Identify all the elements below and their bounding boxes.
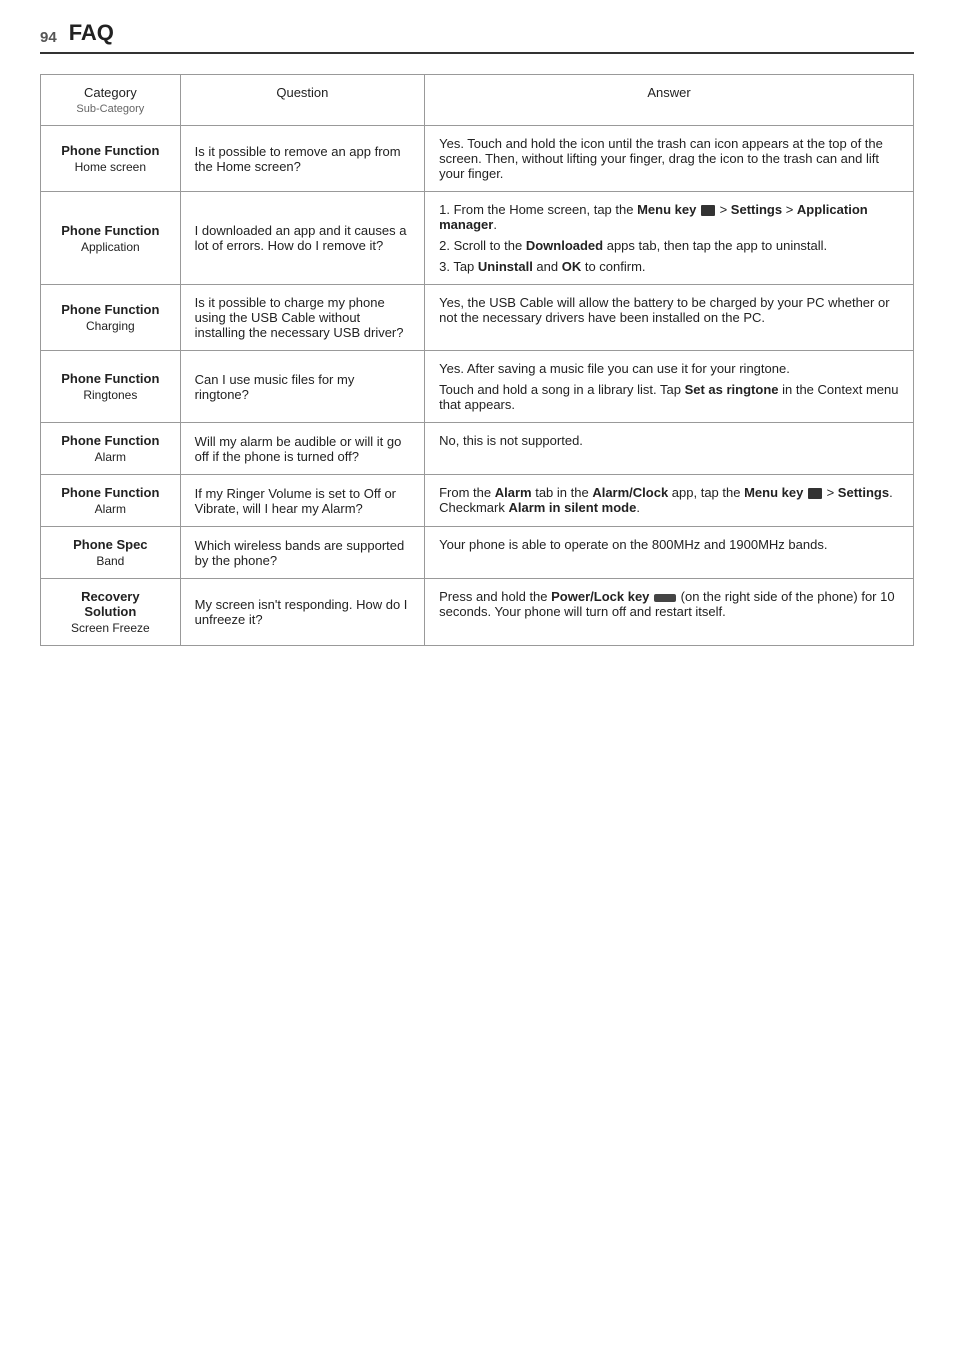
answer-part: Your phone is able to operate on the 800… xyxy=(439,537,899,552)
answer-cell: Yes. After saving a music file you can u… xyxy=(425,351,914,423)
answer-cell: Yes. Touch and hold the icon until the t… xyxy=(425,126,914,192)
category-cell: Phone Function Alarm xyxy=(41,475,181,527)
table-row: Phone Spec Band Which wireless bands are s… xyxy=(41,527,914,579)
answer-part: Yes. After saving a music file you can u… xyxy=(439,361,899,376)
answer-cell: Press and hold the Power/Lock key (on th… xyxy=(425,579,914,646)
table-row: Phone Function Alarm If my Ringer Volume i… xyxy=(41,475,914,527)
cat-main: Phone Spec xyxy=(55,537,166,552)
answer-cell: 1. From the Home screen, tap the Menu ke… xyxy=(425,192,914,285)
answer-part: Yes. Touch and hold the icon until the t… xyxy=(439,136,899,181)
question-cell: If my Ringer Volume is set to Off or Vib… xyxy=(180,475,424,527)
question-text: I downloaded an app and it causes a lot … xyxy=(195,223,407,253)
answer-part: Yes, the USB Cable will allow the batter… xyxy=(439,295,899,325)
question-cell: Can I use music files for my ringtone? xyxy=(180,351,424,423)
col-category-header: Category Sub-Category xyxy=(41,75,181,126)
col-question-label: Question xyxy=(276,85,328,100)
table-row: Phone Function Charging Is it possible to … xyxy=(41,285,914,351)
question-text: Is it possible to remove an app from the… xyxy=(195,144,401,174)
category-cell: Phone Spec Band xyxy=(41,527,181,579)
cat-main: Phone Function xyxy=(55,371,166,386)
menu-icon xyxy=(808,488,822,499)
cat-sub: Home screen xyxy=(55,160,166,174)
answer-part: 3. Tap Uninstall and OK to confirm. xyxy=(439,259,899,274)
col-question-header: Question xyxy=(180,75,424,126)
col-answer-header: Answer xyxy=(425,75,914,126)
answer-cell: Yes, the USB Cable will allow the batter… xyxy=(425,285,914,351)
answer-part: No, this is not supported. xyxy=(439,433,899,448)
question-text: Will my alarm be audible or will it go o… xyxy=(195,434,402,464)
table-row: Phone Function Alarm Will my alarm be audi… xyxy=(41,423,914,475)
cat-main: Phone Function xyxy=(55,485,166,500)
answer-part: Press and hold the Power/Lock key (on th… xyxy=(439,589,899,619)
cat-sub: Ringtones xyxy=(55,388,166,402)
question-cell: Is it possible to charge my phone using … xyxy=(180,285,424,351)
cat-main: Phone Function xyxy=(55,143,166,158)
answer-cell: No, this is not supported. xyxy=(425,423,914,475)
answer-part: Touch and hold a song in a library list.… xyxy=(439,382,899,412)
cat-sub: Alarm xyxy=(55,502,166,516)
col-category-sub: Sub-Category xyxy=(76,103,144,115)
cat-sub: Application xyxy=(55,240,166,254)
cat-sub: Band xyxy=(55,554,166,568)
category-cell: Phone Function Ringtones xyxy=(41,351,181,423)
cat-sub: Screen Freeze xyxy=(55,621,166,635)
answer-part: 1. From the Home screen, tap the Menu ke… xyxy=(439,202,899,232)
table-row: Recovery Solution Screen Freeze My screen … xyxy=(41,579,914,646)
table-row: Phone Function Application I downloaded an… xyxy=(41,192,914,285)
question-text: Can I use music files for my ringtone? xyxy=(195,372,355,402)
question-text: Is it possible to charge my phone using … xyxy=(195,295,404,340)
category-cell: Phone Function Alarm xyxy=(41,423,181,475)
category-cell: Phone Function Application xyxy=(41,192,181,285)
cat-sub: Alarm xyxy=(55,450,166,464)
table-row: Phone Function Home screen Is it possible … xyxy=(41,126,914,192)
question-cell: My screen isn't responding. How do I unf… xyxy=(180,579,424,646)
faq-table: Category Sub-Category Question Answer Ph… xyxy=(40,74,914,646)
power-lock-icon xyxy=(654,594,676,602)
answer-cell: Your phone is able to operate on the 800… xyxy=(425,527,914,579)
category-cell: Recovery Solution Screen Freeze xyxy=(41,579,181,646)
page-header: 94 FAQ xyxy=(40,20,914,54)
table-header-row: Category Sub-Category Question Answer xyxy=(41,75,914,126)
cat-main: Phone Function xyxy=(55,433,166,448)
question-cell: Will my alarm be audible or will it go o… xyxy=(180,423,424,475)
cat-main: Recovery Solution xyxy=(55,589,166,619)
question-text: My screen isn't responding. How do I unf… xyxy=(195,597,408,627)
category-cell: Phone Function Charging xyxy=(41,285,181,351)
question-text: If my Ringer Volume is set to Off or Vib… xyxy=(195,486,396,516)
question-cell: Which wireless bands are supported by th… xyxy=(180,527,424,579)
question-cell: I downloaded an app and it causes a lot … xyxy=(180,192,424,285)
col-category-main: Category xyxy=(84,85,137,100)
page-title: FAQ xyxy=(69,20,114,46)
col-answer-label: Answer xyxy=(647,85,690,100)
category-cell: Phone Function Home screen xyxy=(41,126,181,192)
question-text: Which wireless bands are supported by th… xyxy=(195,538,405,568)
cat-main: Phone Function xyxy=(55,223,166,238)
menu-icon xyxy=(701,205,715,216)
table-row: Phone Function Ringtones Can I use music f… xyxy=(41,351,914,423)
cat-sub: Charging xyxy=(55,319,166,333)
question-cell: Is it possible to remove an app from the… xyxy=(180,126,424,192)
page-number: 94 xyxy=(40,29,57,46)
answer-part: From the Alarm tab in the Alarm/Clock ap… xyxy=(439,485,899,515)
answer-part: 2. Scroll to the Downloaded apps tab, th… xyxy=(439,238,899,253)
cat-main: Phone Function xyxy=(55,302,166,317)
answer-cell: From the Alarm tab in the Alarm/Clock ap… xyxy=(425,475,914,527)
